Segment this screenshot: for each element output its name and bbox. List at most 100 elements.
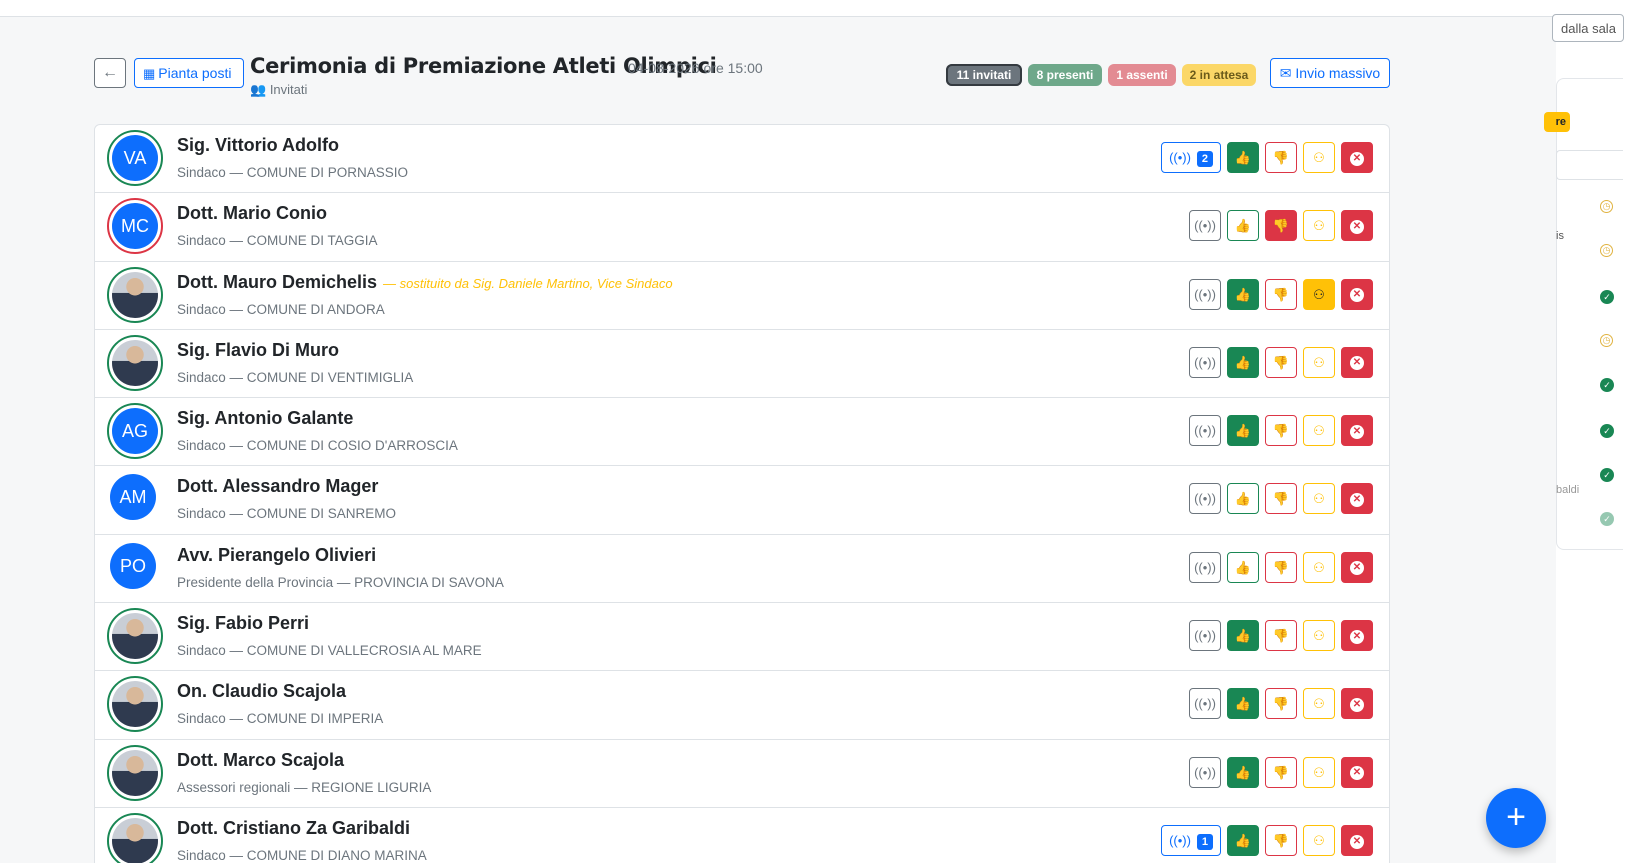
substitute-button[interactable]: ⚇ (1303, 415, 1335, 447)
thumbs-up-icon: 👍 (1234, 696, 1252, 712)
remove-guest-button[interactable]: ✕ (1341, 551, 1373, 583)
substitute-button[interactable]: ⚇ (1303, 551, 1335, 583)
avatar-initials (112, 339, 158, 386)
signal-button[interactable]: ((•)) (1189, 415, 1221, 447)
arrow-left-icon: ← (102, 64, 118, 81)
remove-guest-button[interactable]: ✕ (1341, 620, 1373, 652)
guest-row: PO Avv. Pierangelo Olivieri Presidente del… (95, 535, 1389, 604)
mark-absent-button[interactable]: 👎 (1265, 278, 1297, 310)
signal-button[interactable]: ((•)) (1189, 620, 1221, 652)
substitute-button[interactable]: ⚇ (1303, 688, 1335, 720)
event-header: ← ▦ Pianta posti Cerimonia di Premiazione… (94, 54, 1390, 100)
substitute-button[interactable]: ⚇ (1303, 824, 1335, 856)
person-swap-icon: ⚇ (1313, 150, 1325, 165)
broadcast-icon: ((•)) (1194, 491, 1216, 507)
signal-button[interactable]: ((•)) 1 (1161, 824, 1221, 856)
signal-button[interactable]: ((•)) (1189, 278, 1221, 310)
broadcast-icon: ((•)) (1194, 764, 1216, 780)
guest-row: Dott. Marco Scajola Assessori regionali —… (95, 740, 1389, 808)
guest-row: AG Sig. Antonio Galante Sindaco — COMUNE D… (95, 398, 1389, 467)
mark-present-button[interactable]: 👍 (1227, 824, 1259, 856)
remove-guest-button[interactable]: ✕ (1341, 142, 1373, 173)
thumbs-down-icon: 👎 (1272, 218, 1290, 234)
guest-row: Dott. Cristiano Za Garibaldi Sindaco — CO… (95, 808, 1389, 863)
substitute-button[interactable]: ⚇ (1303, 346, 1335, 378)
remove-guest-button[interactable]: ✕ (1341, 415, 1373, 447)
mark-absent-button[interactable]: 👎 (1265, 756, 1297, 788)
clock-icon: ◷ (1600, 244, 1613, 257)
x-circle-icon: ✕ (1350, 493, 1364, 508)
thumbs-up-icon: 👍 (1234, 286, 1252, 302)
seating-plan-button[interactable]: ▦ Pianta posti (134, 58, 244, 88)
signal-button[interactable]: ((•)) (1189, 346, 1221, 378)
mark-absent-button[interactable]: 👎 (1265, 688, 1297, 720)
mark-present-button[interactable]: 👍 (1227, 278, 1259, 310)
guest-role: Presidente della Provincia — PROVINCIA D… (177, 574, 504, 590)
check-circle-icon: ✓ (1600, 378, 1614, 392)
mark-present-button[interactable]: 👍 (1227, 346, 1259, 378)
guest-actions: ((•)) 👍 👎 ⚇ ✕ (1189, 210, 1373, 242)
mass-send-button[interactable]: ✉ Invio massivo (1270, 58, 1390, 88)
mark-absent-button[interactable]: 👎 (1265, 142, 1297, 173)
mark-present-button[interactable]: 👍 (1227, 756, 1259, 788)
person-swap-icon: ⚇ (1313, 559, 1325, 575)
guest-actions: ((•)) 👍 👎 ⚇ ✕ (1189, 346, 1373, 379)
substitute-button[interactable]: ⚇ (1303, 483, 1335, 515)
x-circle-icon: ✕ (1350, 288, 1364, 303)
add-guest-button[interactable]: + (1486, 788, 1546, 848)
avatar (107, 608, 163, 665)
mark-present-button[interactable]: 👍 (1227, 210, 1259, 242)
avatar-initials (112, 681, 158, 728)
remove-guest-button[interactable]: ✕ (1341, 483, 1373, 515)
mark-present-button[interactable]: 👍 (1227, 415, 1259, 447)
guest-actions: ((•)) 👍 👎 ⚇ ✕ (1189, 688, 1373, 720)
side-panel-text: baldi (1556, 484, 1580, 496)
remove-guest-button[interactable]: ✕ (1341, 824, 1373, 856)
substitute-button[interactable]: ⚇ (1303, 210, 1335, 242)
signal-button[interactable]: ((•)) (1189, 551, 1221, 583)
x-circle-icon: ✕ (1350, 834, 1364, 849)
signal-button[interactable]: ((•)) (1189, 688, 1221, 720)
substitute-button[interactable]: ⚇ (1303, 620, 1335, 652)
avatar-initials: MC (112, 203, 158, 250)
substitute-button[interactable]: ⚇ (1303, 278, 1335, 310)
back-button[interactable]: ← (94, 58, 126, 88)
thumbs-down-icon: 👎 (1272, 764, 1290, 780)
signal-button[interactable]: ((•)) 2 (1161, 142, 1221, 173)
avatar-initials (112, 613, 158, 660)
broadcast-icon: ((•)) (1194, 559, 1216, 575)
mark-absent-button[interactable]: 👎 (1265, 551, 1297, 583)
mark-absent-button[interactable]: 👎 (1265, 483, 1297, 515)
signal-button[interactable]: ((•)) (1189, 756, 1221, 788)
avatar-initials: PO (110, 542, 156, 589)
remove-guest-button[interactable]: ✕ (1341, 210, 1373, 242)
clock-icon: ◷ (1600, 334, 1613, 347)
mark-absent-button[interactable]: 👎 (1265, 210, 1297, 242)
mark-absent-button[interactable]: 👎 (1265, 346, 1297, 378)
remove-guest-button[interactable]: ✕ (1341, 278, 1373, 310)
mark-absent-button[interactable]: 👎 (1265, 620, 1297, 652)
side-panel-search-input[interactable] (1556, 150, 1623, 180)
mark-present-button[interactable]: 👍 (1227, 688, 1259, 720)
broadcast-icon: ((•)) (1194, 628, 1216, 644)
mark-present-button[interactable]: 👍 (1227, 142, 1259, 173)
avatar: MC (107, 198, 163, 255)
signal-button[interactable]: ((•)) (1189, 210, 1221, 242)
mark-absent-button[interactable]: 👎 (1265, 824, 1297, 856)
guest-row: Dott. Mauro Demichelis — sostituito da Si… (95, 262, 1389, 330)
mark-absent-button[interactable]: 👎 (1265, 415, 1297, 447)
avatar (107, 676, 163, 733)
mark-present-button[interactable]: 👍 (1227, 620, 1259, 652)
mark-present-button[interactable]: 👍 (1227, 551, 1259, 583)
substitute-button[interactable]: ⚇ (1303, 756, 1335, 788)
remove-from-room-button[interactable]: dalla sala (1552, 14, 1624, 42)
remove-guest-button[interactable]: ✕ (1341, 346, 1373, 378)
avatar-initials (112, 749, 158, 796)
mark-present-button[interactable]: 👍 (1227, 483, 1259, 515)
remove-guest-button[interactable]: ✕ (1341, 688, 1373, 720)
signal-button[interactable]: ((•)) (1189, 483, 1221, 515)
substitute-button[interactable]: ⚇ (1303, 142, 1335, 173)
thumbs-up-icon: 👍 (1234, 628, 1252, 644)
guest-name: On. Claudio Scajola (177, 681, 347, 702)
remove-guest-button[interactable]: ✕ (1341, 756, 1373, 788)
